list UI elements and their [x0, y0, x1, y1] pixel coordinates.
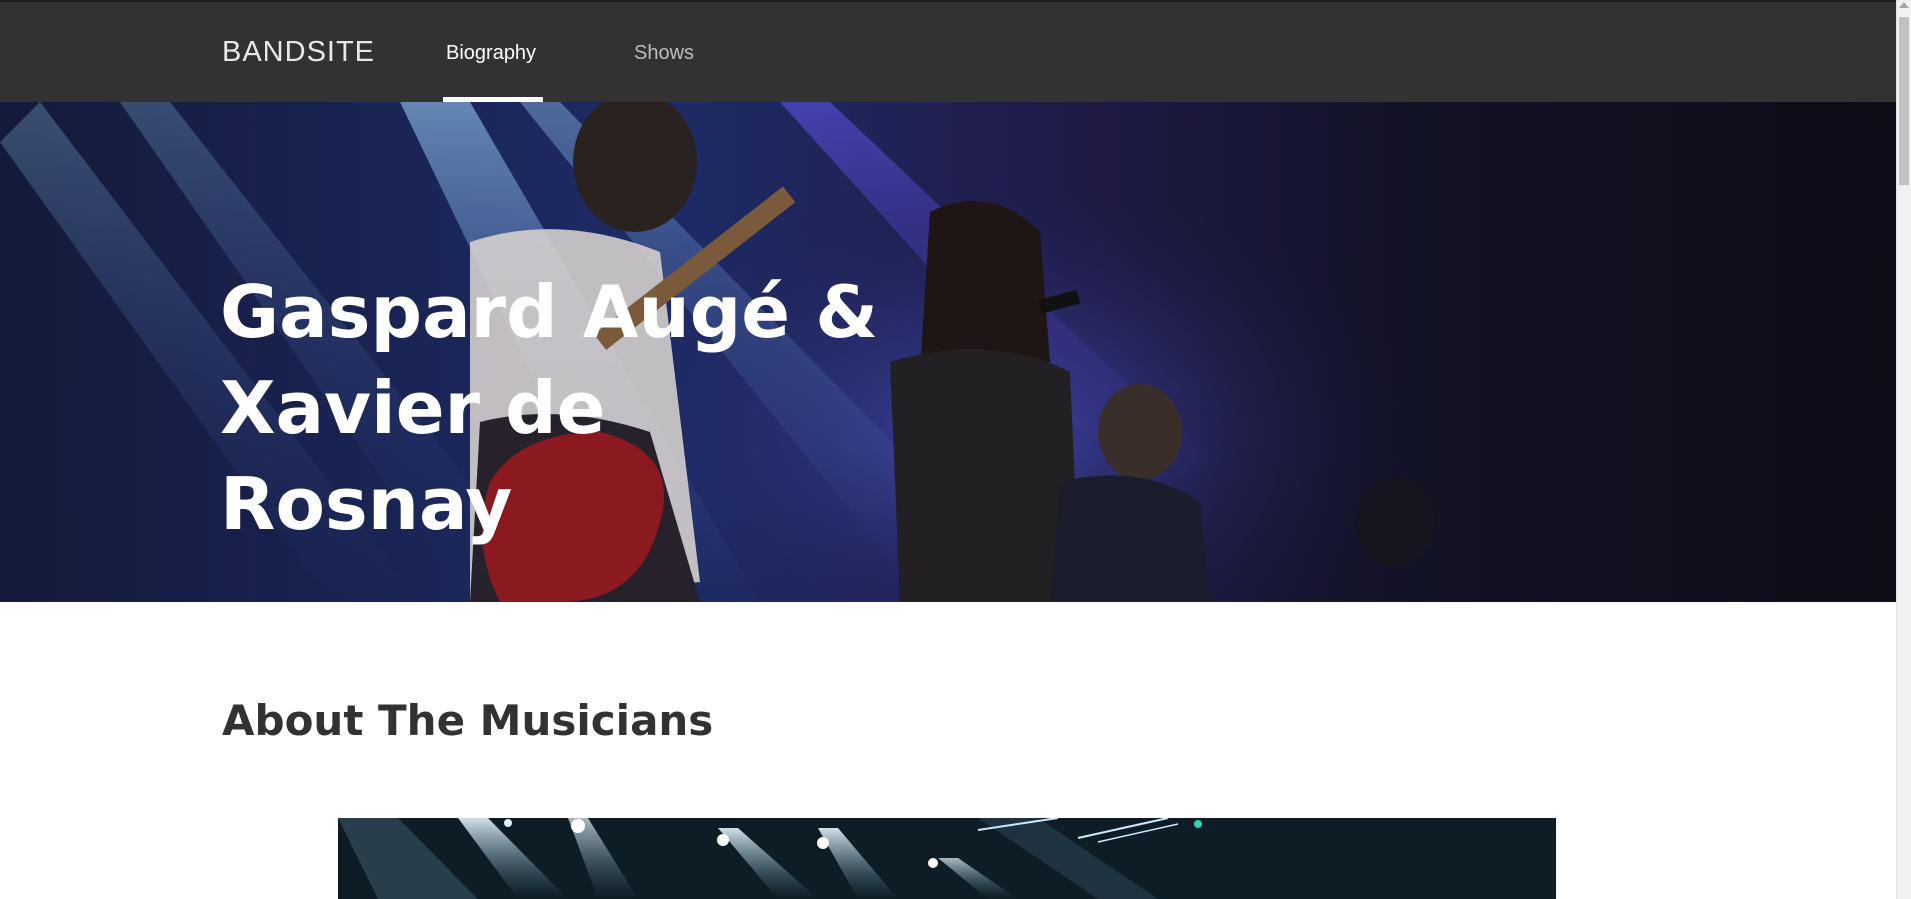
page-content: BANDSITE Biography Shows Gaspard Augé & … [0, 0, 1896, 899]
nav-link-shows[interactable]: Shows [634, 42, 694, 65]
hero-title: Gaspard Augé & Xavier de Rosnay [220, 264, 920, 552]
site-header: BANDSITE Biography Shows [0, 0, 1896, 102]
scroll-up-arrow-icon[interactable] [1899, 2, 1909, 8]
hero-title-line2: Xavier de Rosnay [220, 366, 606, 546]
nav-link-biography[interactable]: Biography [446, 42, 536, 65]
vertical-scrollbar[interactable] [1896, 0, 1911, 899]
scroll-thumb[interactable] [1899, 17, 1909, 185]
hero-title-line1: Gaspard Augé & [220, 270, 878, 354]
about-heading: About The Musicians [222, 696, 714, 745]
stage-lights-image [338, 818, 1556, 899]
about-musicians-image [338, 818, 1556, 899]
site-logo[interactable]: BANDSITE [222, 36, 375, 69]
page: BANDSITE Biography Shows Gaspard Augé & … [0, 0, 1911, 899]
hero-banner: Gaspard Augé & Xavier de Rosnay [0, 102, 1896, 602]
